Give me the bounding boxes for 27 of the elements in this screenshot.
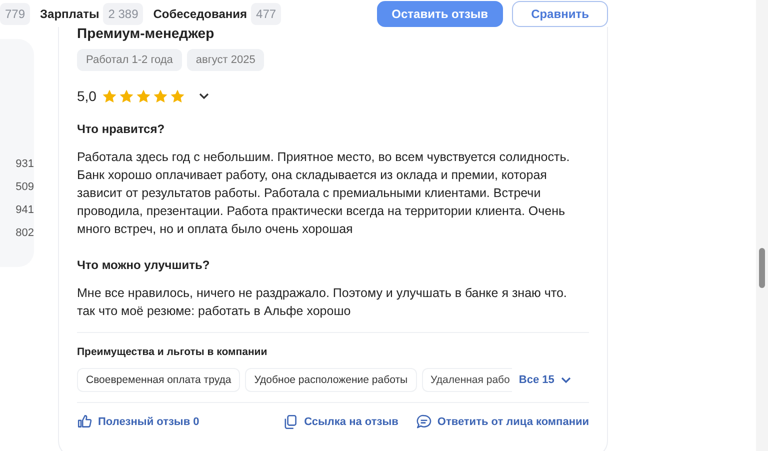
sidebar-count: 509 (16, 181, 34, 195)
tab-label[interactable]: Зарплаты (40, 6, 100, 20)
copy-action[interactable]: Ссылка на отзыв (283, 414, 398, 430)
count-badge: 779 (0, 2, 30, 24)
position-title: Премиум-менеджер (77, 25, 216, 41)
tab-label[interactable]: Собеседования (153, 6, 248, 20)
tag: Работал 1-2 года (77, 49, 182, 71)
review-text: Мне все нравилось, ничего не раздражало. Поэтому и улучшать в банке я знаю что. так что моё резюме: работать в Альфе хорошо (77, 285, 568, 320)
show-all-link[interactable]: Все 15 (516, 374, 572, 386)
section-heading: Что можно улучшить? (77, 258, 211, 272)
compare-button[interactable]: Сравнить (512, 0, 608, 26)
review-text: Работала здесь год с небольшим. Приятное место, во всем чувствуется солидность. Банк хорошо оплачивает работу, она складывается из оклада и премии, которая зависит от результатов работы. Работала с премиальными клиентами. Встречи проводила, презентации. Работа практически всегда на территории клиента. Очень много встреч, но и оплата было очень хорошая (77, 149, 571, 238)
benefit-chip: Удаленная рабо (422, 368, 512, 392)
section-heading: Что нравится? (77, 122, 166, 136)
leave-review-button[interactable]: Оставить отзыв (376, 0, 504, 26)
sidebar-count: 931 (16, 158, 34, 172)
like-action[interactable]: Полезный отзыв 0 (77, 414, 200, 430)
sidebar-count: 802 (16, 227, 34, 241)
sidebar-count: 941 (16, 204, 34, 218)
count-badge: 477 (251, 2, 282, 24)
benefits-heading: Преимущества и льготы в компании (77, 346, 268, 358)
count-badge: 2 389 (103, 2, 144, 24)
benefit-chip: Удобное расположение работы (245, 368, 417, 392)
benefit-chip: Своевременная оплата труда (77, 368, 240, 392)
rating-value: 5,0 (77, 88, 96, 104)
reply-action[interactable]: Ответить от лица компании (416, 414, 589, 430)
tag: август 2025 (186, 49, 264, 71)
